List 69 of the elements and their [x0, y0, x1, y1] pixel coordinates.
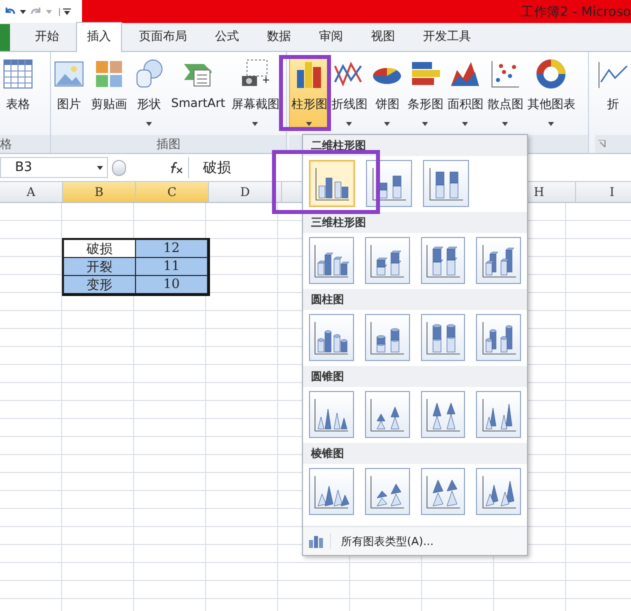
chart-type-option[interactable]: [423, 160, 469, 207]
table-cell: 11: [135, 257, 208, 276]
ribbon-button[interactable]: 表格: [0, 55, 36, 129]
chart-type-option[interactable]: [309, 468, 354, 515]
table-cell: 开裂: [63, 257, 136, 276]
ribbon-tab[interactable]: 开始: [24, 22, 70, 51]
chart-type-option[interactable]: [476, 237, 521, 284]
chart-type-option[interactable]: [420, 391, 466, 438]
ribbon-tab[interactable]: 页面布局: [128, 22, 198, 51]
section-heading: 二维柱形图: [303, 135, 527, 156]
caret-icon[interactable]: [20, 10, 26, 14]
ribbon-tab[interactable]: 视图: [360, 22, 406, 51]
ribbon-button[interactable]: 饼图: [369, 55, 406, 129]
chart-type-option[interactable]: [476, 468, 521, 515]
ribbon-tab[interactable]: 数据: [256, 22, 302, 51]
ribbon-button[interactable]: 折: [595, 55, 631, 129]
chart-type-option[interactable]: [476, 391, 521, 438]
chart-type-option[interactable]: [420, 314, 466, 361]
column-header[interactable]: D: [209, 182, 282, 202]
ribbon-button[interactable]: 图片: [51, 55, 88, 129]
ribbon-tab[interactable]: 公式: [204, 22, 250, 51]
scatter-chart-icon: [489, 58, 522, 90]
window-title: 工作簿2 - Microso: [521, 4, 631, 20]
caret-icon: [97, 166, 103, 170]
ribbon-button[interactable]: 散点图: [485, 55, 526, 129]
section-heading: 圆锥图: [303, 366, 527, 387]
splitter-handle[interactable]: [112, 160, 126, 176]
chart-type-option[interactable]: [420, 468, 466, 515]
chart-type-option[interactable]: [476, 314, 521, 361]
table-cell: 10: [135, 275, 208, 294]
column-header[interactable]: I: [576, 182, 631, 202]
name-box[interactable]: B3: [0, 157, 108, 178]
chart-type-option[interactable]: [364, 237, 410, 284]
chart-type-option[interactable]: [309, 314, 354, 361]
ribbon-button[interactable]: 折线图: [329, 55, 370, 129]
column-header[interactable]: C: [136, 182, 209, 202]
chart-type-option[interactable]: [364, 314, 410, 361]
section-heading: 棱锥图: [303, 443, 527, 464]
group-label: 格: [0, 135, 50, 153]
donut-chart-icon: [535, 58, 568, 90]
section-heading: 圆柱图: [303, 289, 527, 310]
ribbon-tab[interactable]: 审阅: [308, 22, 354, 51]
chart-type-option[interactable]: [364, 468, 410, 515]
chart-type-option[interactable]: [309, 237, 354, 284]
section-heading: 三维柱形图: [303, 212, 527, 233]
chart-type-option[interactable]: [309, 160, 355, 207]
group-label-bar: [595, 135, 631, 153]
ribbon-button[interactable]: 形状: [131, 55, 168, 129]
ribbon-tab[interactable]: 开发工具: [412, 22, 482, 51]
group-label: 插图: [51, 135, 286, 153]
ribbon-button[interactable]: 屏幕截图: [229, 55, 282, 129]
ribbon-button[interactable]: 其他图表: [525, 55, 578, 129]
ribbon-tab[interactable]: 插入: [76, 22, 122, 52]
chart-type-option[interactable]: [366, 160, 412, 207]
chart-type-option[interactable]: [420, 237, 466, 284]
ribbon-button[interactable]: 剪贴画: [89, 55, 130, 129]
table-cell: 12: [135, 239, 208, 258]
customize-icon[interactable]: [59, 8, 71, 16]
ribbon-button[interactable]: SmartArt: [169, 55, 228, 129]
table-cell: 破损: [63, 239, 136, 258]
column-header[interactable]: B: [63, 182, 136, 202]
table-cell: 变形: [63, 275, 136, 294]
dialog-launcher-icon[interactable]: [598, 140, 606, 148]
ribbon-button[interactable]: 面积图: [445, 55, 486, 129]
function-icon[interactable]: [168, 162, 184, 174]
chart-type-option[interactable]: [309, 391, 354, 438]
table-icon: [2, 58, 34, 90]
chart-type-option[interactable]: [364, 391, 410, 438]
ribbon-button[interactable]: 条形图: [405, 55, 446, 129]
